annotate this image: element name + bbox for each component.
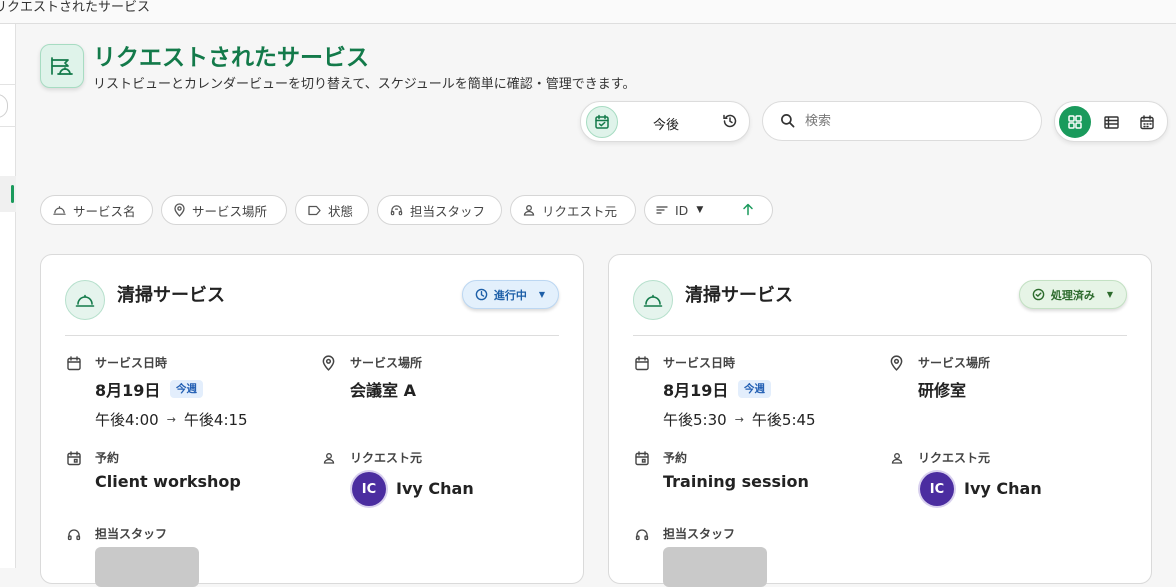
this-week-badge: 今週 <box>170 380 203 398</box>
filter-requester[interactable]: リクエスト元 <box>510 195 636 225</box>
page-title: リクエストされたサービス <box>93 45 369 71</box>
tag-icon <box>308 205 321 215</box>
search-input[interactable] <box>805 111 1025 131</box>
service-card[interactable]: 清掃サービス 処理済み ▼ サービス日時 8月19日 今週 午後5:30 → 午… <box>608 254 1152 587</box>
service-date: 8月19日 <box>95 381 161 400</box>
booking-name: Client workshop <box>95 472 241 491</box>
requester-name: Ivy Chan <box>396 479 474 498</box>
location-pin-icon <box>890 355 903 371</box>
arrow-up-icon[interactable] <box>742 203 761 219</box>
period-label[interactable]: 今後 <box>653 114 679 133</box>
staff-placeholder <box>663 547 767 587</box>
page-subtitle: リストビューとカレンダービューを切り替えて、スケジュールを簡単に確認・管理できま… <box>93 77 636 92</box>
end-time: 午後5:45 <box>751 411 816 429</box>
service-date: 8月19日 <box>663 381 729 400</box>
chevron-down-icon: ▼ <box>696 205 704 215</box>
list-view-icon[interactable] <box>1095 106 1127 138</box>
sort-lines-icon <box>656 206 668 214</box>
field-label-booking: 予約 <box>95 451 120 465</box>
sidebar <box>0 24 16 568</box>
person-icon <box>523 205 535 216</box>
calendar-check-icon[interactable] <box>586 106 618 138</box>
history-icon[interactable] <box>722 113 738 133</box>
person-icon <box>323 453 335 464</box>
arrow-right-icon: → <box>166 413 176 426</box>
filter-label: 状態 <box>328 203 354 219</box>
calendar-event-icon <box>635 451 649 466</box>
field-label-booking: 予約 <box>663 451 688 465</box>
calendar-icon <box>67 356 81 371</box>
start-time: 午後5:30 <box>663 411 727 429</box>
avatar: IC <box>920 472 954 506</box>
sidebar-item-active[interactable] <box>0 176 16 212</box>
field-label-date: サービス日時 <box>95 356 168 370</box>
this-week-badge: 今週 <box>738 380 771 398</box>
service-bell-sign-icon <box>40 44 84 88</box>
field-label-place: サービス場所 <box>350 356 423 370</box>
status-dropdown[interactable]: 処理済み ▼ <box>1018 280 1127 309</box>
search-box[interactable] <box>762 101 1042 141</box>
headset-icon <box>390 204 403 215</box>
avatar: IC <box>352 472 386 506</box>
person-icon <box>891 453 903 464</box>
requester-name: Ivy Chan <box>964 479 1042 498</box>
service-time: 午後5:30 → 午後5:45 <box>663 409 816 430</box>
calendar-event-icon <box>67 451 81 466</box>
service-bell-icon <box>633 280 673 320</box>
check-circle-icon <box>1032 288 1045 301</box>
booking-name: Training session <box>663 472 809 491</box>
sort-label: ID <box>675 202 689 218</box>
sidebar-divider <box>0 126 16 127</box>
service-time: 午後4:00 → 午後4:15 <box>95 409 248 430</box>
field-label-date: サービス日時 <box>663 356 736 370</box>
location-pin-icon <box>322 355 335 371</box>
filter-staff[interactable]: 担当スタッフ <box>377 195 502 225</box>
filter-label: サービス名 <box>73 203 136 219</box>
filter-service-name[interactable]: サービス名 <box>40 195 153 225</box>
chevron-down-icon: ▼ <box>538 290 545 299</box>
filter-service-place[interactable]: サービス場所 <box>161 195 287 225</box>
location-pin-icon <box>174 203 185 217</box>
card-divider <box>65 335 559 336</box>
filter-status[interactable]: 状態 <box>295 195 369 225</box>
card-title: 清掃サービス <box>117 285 225 306</box>
service-card[interactable]: 清掃サービス 進行中 ▼ サービス日時 8月19日 今週 午後4:00 → 午後… <box>40 254 584 587</box>
sidebar-divider <box>0 84 16 85</box>
field-label-place: サービス場所 <box>918 356 991 370</box>
service-place: 研修室 <box>918 381 967 400</box>
calendar-icon <box>635 356 649 371</box>
field-label-staff: 担当スタッフ <box>95 527 168 541</box>
sidebar-search[interactable] <box>0 94 8 118</box>
status-label: 進行中 <box>493 288 527 302</box>
arrow-right-icon: → <box>734 413 744 426</box>
start-time: 午後4:00 <box>95 411 159 429</box>
window-title: リクエストされたサービス <box>0 0 151 15</box>
grid-view-icon[interactable] <box>1059 106 1091 138</box>
bell-icon <box>53 206 66 215</box>
field-label-requester: リクエスト元 <box>350 451 423 465</box>
period-selector[interactable]: 今後 <box>580 101 750 142</box>
search-icon <box>780 113 795 132</box>
staff-placeholder <box>95 547 199 587</box>
sort-selector[interactable]: ID ▼ <box>644 195 773 225</box>
field-label-requester: リクエスト元 <box>918 451 991 465</box>
card-title: 清掃サービス <box>685 285 793 306</box>
status-label: 処理済み <box>1050 288 1095 302</box>
service-place: 会議室 A <box>350 381 416 400</box>
window-titlebar: リクエストされたサービス <box>0 0 1176 24</box>
headset-icon <box>67 529 81 541</box>
filter-label: 担当スタッフ <box>410 203 486 219</box>
view-switcher <box>1054 101 1168 142</box>
field-label-staff: 担当スタッフ <box>663 527 736 541</box>
chevron-down-icon: ▼ <box>1106 290 1113 299</box>
status-dropdown[interactable]: 進行中 ▼ <box>461 280 559 309</box>
card-divider <box>633 335 1127 336</box>
end-time: 午後4:15 <box>183 411 248 429</box>
headset-icon <box>635 529 649 541</box>
clock-icon <box>475 288 488 301</box>
filter-label: サービス場所 <box>192 203 268 219</box>
calendar-view-icon[interactable] <box>1131 106 1163 138</box>
service-bell-icon <box>65 280 105 320</box>
filter-label: リクエスト元 <box>542 203 618 219</box>
